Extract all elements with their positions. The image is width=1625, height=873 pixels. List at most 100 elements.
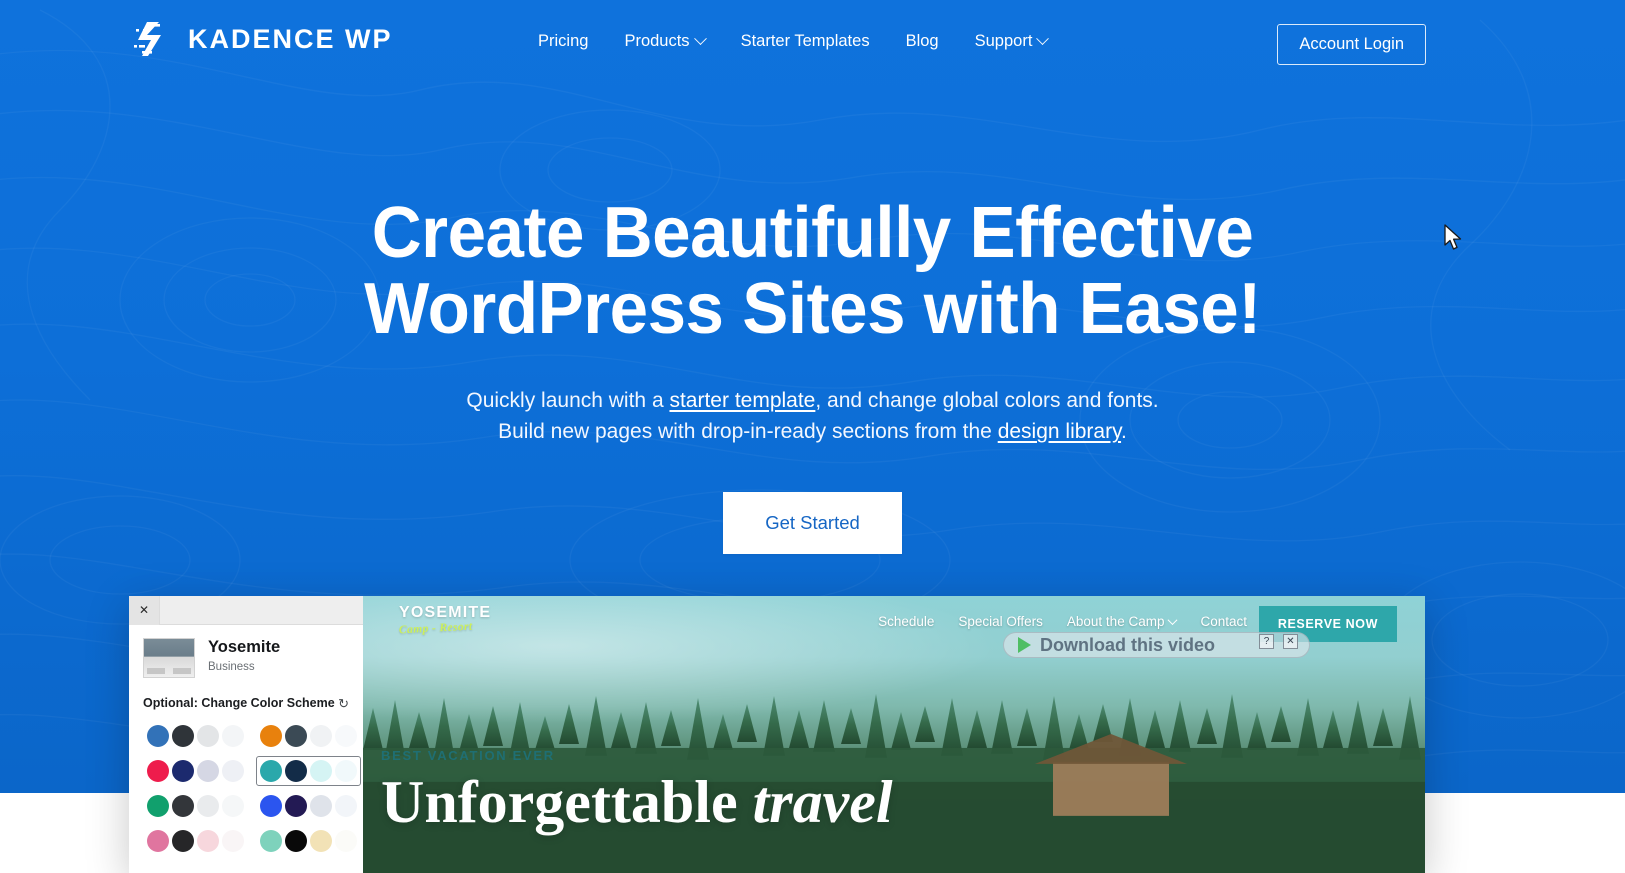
hero-title-line-1: Create Beautifully Effective [371, 193, 1254, 273]
starter-template-link[interactable]: starter template [669, 389, 815, 412]
theme-name: Yosemite [208, 638, 281, 656]
color-swatch [222, 725, 244, 747]
chevron-down-icon [1168, 615, 1178, 626]
yosemite-logo-sub: Camp - Resort [398, 620, 473, 637]
color-swatch [310, 830, 332, 852]
customizer-sidebar: ✕ Yosemite Business Optional: Change Col… [129, 596, 363, 873]
nav-item-products[interactable]: Products [606, 28, 722, 55]
close-icon[interactable]: ✕ [129, 596, 160, 625]
color-swatch [285, 725, 307, 747]
preview-nav-label: Contact [1200, 614, 1247, 629]
preview-headline-italic: travel [752, 769, 893, 835]
brand-logo-link[interactable]: KADENCE WP [134, 22, 393, 56]
chevron-down-icon [1036, 32, 1050, 46]
preview-site-navigation: Schedule Special Offers About the Camp C… [878, 614, 1247, 629]
color-swatch [260, 795, 282, 817]
download-close-button[interactable]: ✕ [1283, 634, 1298, 649]
color-swatch [260, 725, 282, 747]
color-scheme-option-6[interactable] [143, 826, 248, 856]
nav-item-support[interactable]: Support [957, 28, 1066, 55]
nav-label: Support [974, 32, 1033, 50]
color-scheme-label: Optional: Change Color Scheme [143, 696, 335, 710]
color-scheme-option-5[interactable] [256, 791, 361, 821]
color-swatch [285, 795, 307, 817]
color-swatch [335, 760, 357, 782]
preview-nav-item-special-offers[interactable]: Special Offers [958, 614, 1043, 629]
nav-label: Products [624, 32, 690, 50]
yosemite-logo[interactable]: YOSEMITE Camp - Resort [398, 604, 492, 637]
nav-label: Pricing [538, 32, 589, 50]
color-scheme-option-2[interactable] [143, 756, 248, 786]
color-swatch [197, 725, 219, 747]
page-title: Create Beautifully Effective WordPress S… [33, 193, 1593, 349]
nav-label: Starter Templates [740, 32, 870, 50]
reset-icon[interactable]: ↻ [338, 697, 349, 710]
color-swatch [147, 760, 169, 782]
preview-nav-item-schedule[interactable]: Schedule [878, 614, 934, 629]
hero-sub-line2-before: Build new pages with drop-in-ready secti… [498, 420, 998, 444]
color-swatch [335, 725, 357, 747]
site-header: KADENCE WP Pricing Products Starter Temp… [0, 0, 1625, 82]
theme-thumbnail [143, 638, 195, 678]
color-swatch [222, 795, 244, 817]
nav-label: Blog [905, 32, 939, 50]
download-video-label: Download this video [1040, 634, 1216, 655]
hero-title-line-2: WordPress Sites with Ease! [364, 268, 1261, 349]
main-navigation: Pricing Products Starter Templates Blog … [520, 28, 1065, 55]
color-scheme-header: Optional: Change Color Scheme ↻ [143, 696, 349, 710]
preview-eyebrow: BEST VACATION EVER [381, 748, 555, 763]
brand-name: KADENCE WP [188, 23, 393, 54]
color-swatch [197, 830, 219, 852]
color-swatch [285, 830, 307, 852]
color-scheme-option-7[interactable] [256, 826, 361, 856]
color-swatch [147, 830, 169, 852]
chevron-down-icon [693, 32, 707, 46]
customizer-tabbar: ✕ [129, 596, 363, 625]
color-scheme-option-1[interactable] [256, 721, 361, 751]
color-swatch [222, 760, 244, 782]
download-help-button[interactable]: ? [1259, 634, 1274, 649]
color-swatch [147, 795, 169, 817]
preview-nav-label: About the Camp [1066, 614, 1165, 629]
color-scheme-grid [143, 721, 361, 856]
account-login-button[interactable]: Account Login [1277, 24, 1426, 65]
color-swatch [222, 830, 244, 852]
color-swatch [260, 830, 282, 852]
color-swatch [285, 760, 307, 782]
theme-category: Business [208, 660, 255, 673]
page-root: KADENCE WP Pricing Products Starter Temp… [0, 0, 1625, 873]
kadence-k-mark-icon [134, 22, 161, 56]
preview-hero-text: BEST VACATION EVER Unforgettable travel [381, 748, 893, 833]
theme-summary: Yosemite Business [143, 638, 349, 678]
design-library-link[interactable]: design library [998, 420, 1121, 443]
preview-nav-item-about-the-camp[interactable]: About the Camp [1066, 614, 1178, 629]
color-swatch [310, 725, 332, 747]
color-swatch [260, 760, 282, 782]
hero-section: Create Beautifully Effective WordPress S… [0, 193, 1625, 555]
preview-nav-label: Special Offers [958, 614, 1043, 629]
hero-sub-line2-after: . [1121, 420, 1127, 444]
color-swatch [172, 760, 194, 782]
nav-item-pricing[interactable]: Pricing [520, 28, 606, 55]
color-swatch [172, 830, 194, 852]
color-swatch [197, 760, 219, 782]
preview-nav-item-contact[interactable]: Contact [1200, 614, 1247, 629]
customizer-body: Yosemite Business Optional: Change Color… [129, 625, 363, 856]
hero-sub-line1-before: Quickly launch with a [466, 389, 670, 413]
get-started-button[interactable]: Get Started [723, 492, 902, 555]
color-swatch [172, 795, 194, 817]
nav-item-blog[interactable]: Blog [888, 28, 957, 55]
color-scheme-option-3[interactable] [256, 756, 361, 786]
color-swatch [310, 795, 332, 817]
nav-item-starter-templates[interactable]: Starter Templates [723, 28, 888, 55]
play-icon [1018, 637, 1031, 653]
preview-headline-plain: Unforgettable [381, 769, 738, 835]
color-scheme-option-0[interactable] [143, 721, 248, 751]
hero-subtitle: Quickly launch with a starter template, … [0, 385, 1625, 447]
color-scheme-option-4[interactable] [143, 791, 248, 821]
yosemite-logo-main: YOSEMITE [399, 604, 492, 621]
color-swatch [335, 795, 357, 817]
color-swatch [197, 795, 219, 817]
color-swatch [335, 830, 357, 852]
hero-sub-line1-after: , and change global colors and fonts. [815, 389, 1159, 413]
